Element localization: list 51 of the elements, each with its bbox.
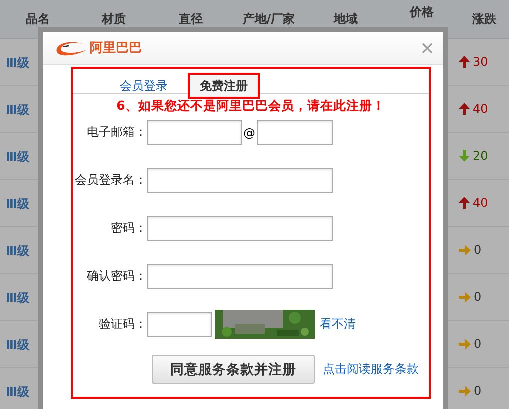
captcha-field[interactable] — [147, 312, 212, 337]
close-button[interactable]: × — [420, 38, 435, 58]
refresh-captcha-link[interactable]: 看不清 — [315, 316, 356, 333]
column-header: 品名 — [26, 10, 50, 28]
right-arrow-icon — [459, 386, 471, 396]
product-name[interactable]: Ⅲ级 — [6, 197, 30, 211]
column-header: 直径 — [179, 10, 203, 28]
up-arrow-icon — [459, 56, 470, 68]
column-header: 产地/厂家 — [242, 10, 296, 28]
price-change: 0 — [474, 243, 482, 257]
product-name[interactable]: Ⅲ级 — [6, 56, 30, 70]
email-domain-field[interactable] — [257, 120, 333, 145]
input-field[interactable] — [147, 216, 333, 241]
input-field[interactable] — [147, 168, 333, 193]
field-label: 确认密码： — [86, 268, 147, 285]
down-arrow-icon — [459, 150, 470, 162]
tab[interactable]: 免费注册 — [188, 73, 260, 99]
email-user-field[interactable] — [147, 120, 242, 145]
right-arrow-icon — [459, 292, 471, 302]
field-label: 验证码： — [98, 316, 147, 333]
product-name[interactable]: Ⅲ级 — [6, 103, 30, 117]
up-arrow-icon — [459, 197, 470, 209]
product-name[interactable]: Ⅲ级 — [6, 291, 30, 305]
at-sign: @ — [242, 126, 256, 140]
field-label: 密码： — [110, 220, 147, 237]
column-header: 涨跌 — [472, 10, 496, 28]
input-field[interactable] — [147, 264, 333, 289]
price-change: 40 — [473, 196, 488, 210]
price-change: 0 — [474, 290, 482, 304]
price-change: 0 — [474, 384, 482, 398]
price-change: 30 — [473, 55, 488, 69]
tab[interactable]: 会员登录 — [114, 73, 174, 99]
register-button[interactable]: 同意服务条款并注册 — [152, 355, 315, 384]
up-arrow-icon — [459, 103, 470, 115]
notice-text: 6、如果您还不是阿里巴巴会员，请在此注册！ — [116, 98, 386, 115]
field-label: 会员登录名： — [74, 172, 147, 189]
column-header: 价格 — [410, 4, 434, 21]
right-arrow-icon — [459, 338, 471, 350]
product-name[interactable]: Ⅲ级 — [6, 244, 30, 258]
terms-link[interactable]: 点击阅读服务条款 — [315, 361, 419, 378]
column-header: 地域 — [334, 10, 358, 28]
price-change: 40 — [473, 102, 488, 116]
right-arrow-icon — [459, 244, 471, 256]
product-name[interactable]: Ⅲ级 — [6, 338, 30, 352]
product-name[interactable]: Ⅲ级 — [6, 385, 30, 399]
logo-text: 阿里巴巴 — [90, 40, 142, 57]
price-change: 20 — [473, 149, 488, 163]
product-name[interactable]: Ⅲ级 — [6, 150, 30, 164]
field-label: 电子邮箱： — [86, 124, 147, 141]
price-change: 0 — [474, 337, 482, 351]
column-header: 材质 — [102, 10, 126, 28]
